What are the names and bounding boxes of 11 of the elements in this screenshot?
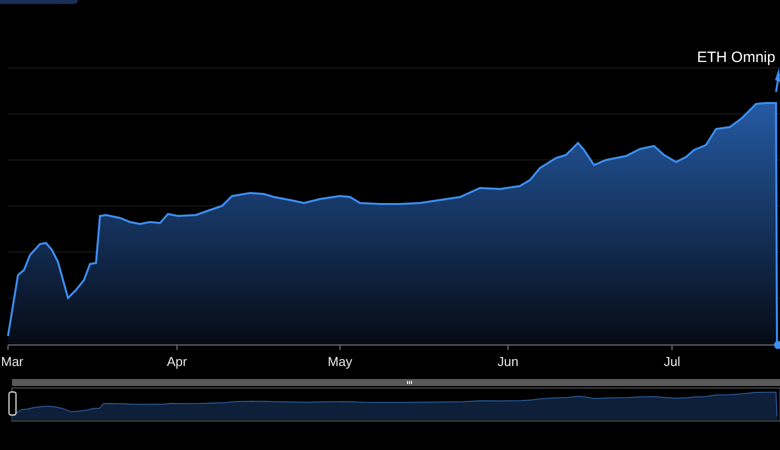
annotation-arrow: [775, 68, 780, 92]
axis-label: Jun: [498, 354, 518, 369]
axis-label: May: [328, 354, 352, 369]
annotation-label: ETH Omnip: [697, 49, 776, 66]
axis-label: Apr: [166, 354, 188, 369]
grip-icon[interactable]: [407, 381, 412, 384]
range-handle[interactable]: [8, 391, 17, 416]
end-point-marker: [774, 341, 780, 349]
axis-label: Jul: [664, 354, 680, 369]
slider-track[interactable]: [12, 379, 780, 386]
axis-label: Mar: [1, 354, 24, 369]
